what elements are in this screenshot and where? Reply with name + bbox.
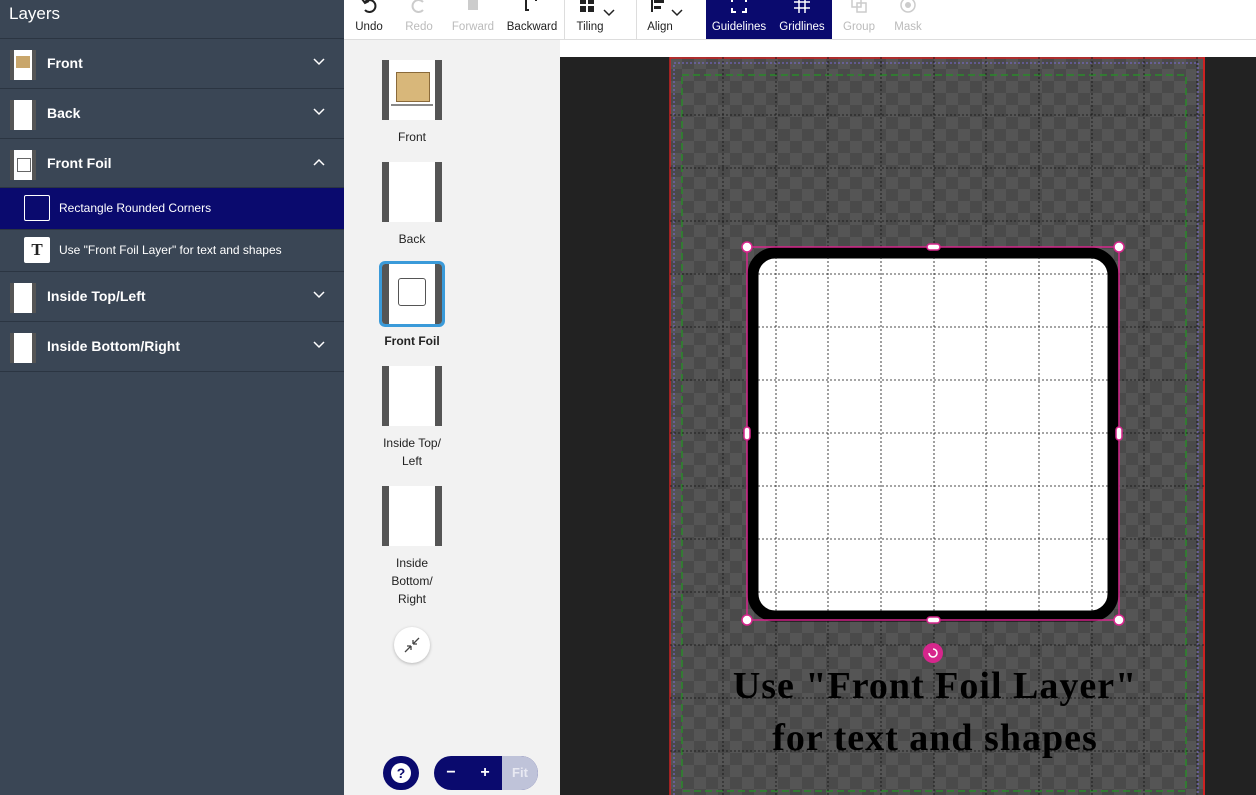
layer-item-label: Rectangle Rounded Corners: [59, 201, 212, 215]
page-thumb-inside-top-left[interactable]: Inside Top/ Left: [344, 366, 480, 470]
undo-button[interactable]: Undo: [344, 0, 394, 39]
layer-label: Inside Top/Left: [47, 288, 146, 304]
layer-inside-bottom-right[interactable]: Inside Bottom/Right: [0, 321, 344, 372]
redo-label: Redo: [405, 21, 433, 33]
layer-inside-top-left[interactable]: Inside Top/Left: [0, 271, 344, 321]
layer-thumbnail: [10, 333, 36, 363]
text-icon: T: [24, 237, 50, 263]
help-icon: ?: [391, 763, 411, 783]
align-dropdown[interactable]: Align: [636, 0, 703, 39]
gridlines-label: Gridlines: [779, 21, 825, 33]
canvas-text-line-2: for text and shapes: [772, 717, 1098, 759]
redo-button[interactable]: Redo: [394, 0, 444, 39]
page-label: Front Foil: [384, 334, 440, 348]
chevron-down-icon[interactable]: [312, 107, 326, 117]
layer-thumbnail: [10, 283, 36, 313]
chevron-down-icon[interactable]: [312, 57, 326, 67]
backward-button[interactable]: Backward: [502, 0, 562, 39]
chevron-down-icon: [603, 9, 615, 17]
page-thumb-back[interactable]: Back: [344, 162, 480, 248]
page-thumbnail: [382, 162, 442, 222]
page-label: Back: [398, 232, 426, 246]
undo-icon: [361, 0, 377, 13]
zoom-fit-button[interactable]: Fit: [502, 756, 538, 790]
help-button[interactable]: ?: [383, 756, 419, 790]
page-strip: Front Back Front Foil Inside Top/ Left I…: [344, 40, 560, 795]
zoom-controls: − + Fit: [434, 756, 538, 790]
layer-thumbnail: [10, 100, 36, 130]
page-thumbnail: [379, 261, 445, 327]
layer-back[interactable]: Back: [0, 88, 344, 138]
page-thumbnail: [382, 486, 442, 546]
gridlines-icon: [794, 0, 810, 13]
layer-item-text[interactable]: T Use "Front Foil Layer" for text and sh…: [0, 229, 344, 271]
mask-button[interactable]: Mask: [884, 0, 932, 39]
tiling-dropdown[interactable]: Tiling: [564, 0, 635, 39]
layer-thumbnail: [10, 150, 36, 180]
layer-front-foil[interactable]: Front Foil: [0, 138, 344, 188]
group-label: Group: [843, 21, 875, 33]
layer-front[interactable]: Front: [0, 38, 344, 88]
collapse-pages-button[interactable]: [394, 627, 430, 663]
mask-label: Mask: [894, 21, 922, 33]
page-thumb-front-foil[interactable]: Front Foil: [344, 261, 480, 350]
layer-label: Front: [47, 55, 83, 71]
backward-label: Backward: [506, 21, 558, 33]
layer-thumbnail: [10, 50, 36, 80]
tiling-label: Tiling: [576, 21, 604, 33]
group-icon: [851, 0, 867, 13]
align-icon: [651, 0, 664, 12]
tiling-icon: [580, 0, 594, 12]
layer-label: Front Foil: [47, 155, 112, 171]
guidelines-icon: [731, 0, 747, 13]
zoom-in-button[interactable]: +: [468, 756, 502, 790]
layer-label: Back: [47, 105, 81, 121]
gridlines-toggle[interactable]: Gridlines: [772, 0, 832, 39]
group-button[interactable]: Group: [834, 0, 884, 39]
page-label: Front: [397, 130, 426, 144]
page-thumb-inside-bottom-right[interactable]: Inside Bottom/ Right: [344, 486, 480, 608]
guidelines-label: Guidelines: [711, 21, 767, 33]
layer-item-label: Use "Front Foil Layer" for text and shap…: [59, 243, 282, 257]
redo-icon: [411, 0, 424, 13]
layer-label: Inside Bottom/Right: [47, 338, 180, 354]
chevron-down-icon[interactable]: [312, 290, 326, 300]
chevron-down-icon[interactable]: [312, 340, 326, 350]
toolbar: Undo Redo Forward Backward Tiling Align …: [344, 0, 1256, 40]
rectangle-icon: [24, 195, 50, 221]
canvas-text-object[interactable]: Use "Front Foil Layer" for text and shap…: [700, 660, 1170, 764]
rounded-rectangle-shape: [747, 247, 1119, 622]
page-label: Inside Top/ Left: [383, 436, 441, 468]
forward-button[interactable]: Forward: [444, 0, 502, 39]
page-label: Inside Bottom/ Right: [391, 556, 433, 606]
canvas-text-line-1: Use "Front Foil Layer": [732, 665, 1138, 707]
minimize-icon: [404, 637, 420, 653]
layers-panel: Layers Front Back Front Foil Rectangle R…: [0, 0, 344, 795]
page-thumbnail: [382, 366, 442, 426]
page-thumbnail: [382, 60, 442, 120]
zoom-out-button[interactable]: −: [434, 756, 468, 790]
guidelines-toggle[interactable]: Guidelines: [706, 0, 772, 39]
align-label: Align: [647, 21, 673, 33]
forward-label: Forward: [451, 21, 495, 33]
page-thumb-front[interactable]: Front: [344, 60, 480, 146]
send-backward-icon: [525, 0, 539, 13]
mask-icon: [900, 0, 916, 13]
chevron-down-icon: [671, 9, 683, 17]
chevron-up-icon[interactable]: [312, 157, 326, 167]
layer-item-rectangle-rounded-corners[interactable]: Rectangle Rounded Corners: [0, 187, 344, 229]
layers-panel-title: Layers: [9, 4, 61, 23]
undo-label: Undo: [355, 21, 383, 33]
bring-forward-icon: [468, 0, 478, 10]
